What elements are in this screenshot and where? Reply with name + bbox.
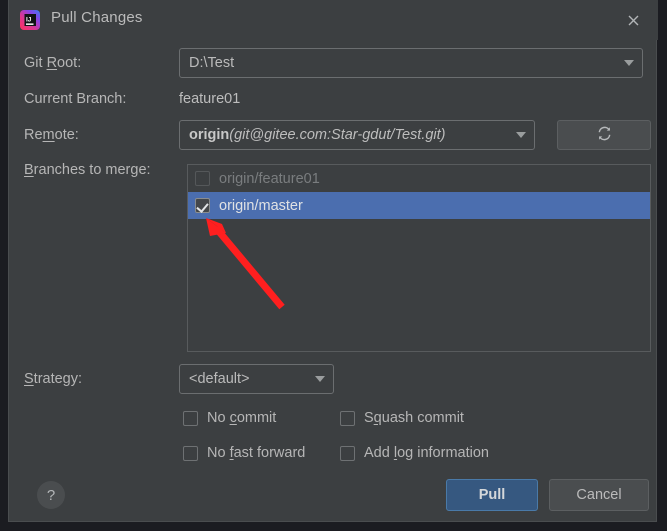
screen: IJ Pull Changes Git Root: D:\Test Curren…: [0, 0, 667, 531]
strategy-label: Strategy:: [24, 371, 82, 387]
git-root-label: Git Root:: [24, 55, 81, 71]
branches-to-merge-label: Branches to merge:: [24, 162, 151, 178]
pull-changes-dialog: IJ Pull Changes Git Root: D:\Test Curren…: [8, 0, 657, 522]
current-branch-value: feature01: [179, 91, 240, 107]
add-log-information-mnemonic: l: [394, 445, 397, 461]
close-icon[interactable]: [617, 6, 649, 34]
refresh-remote-button[interactable]: [557, 120, 651, 150]
option-squash-commit[interactable]: Squash commit: [340, 410, 464, 426]
no-commit-label: No commit: [207, 410, 276, 426]
remote-label: Remote:: [24, 127, 79, 143]
no-fast-forward-checkbox[interactable]: [183, 446, 198, 461]
squash-commit-mnemonic: q: [374, 410, 382, 426]
add-log-information-checkbox[interactable]: [340, 446, 355, 461]
branch-label: origin/feature01: [219, 171, 320, 187]
squash-commit-checkbox[interactable]: [340, 411, 355, 426]
no-commit-mnemonic: c: [230, 410, 237, 426]
chevron-down-icon[interactable]: [508, 121, 534, 149]
git-root-value: D:\Test: [180, 55, 616, 71]
git-root-label-post: oot:: [57, 55, 81, 71]
add-log-information-label: Add log information: [364, 445, 489, 461]
git-root-label-mnemonic: R: [47, 55, 57, 71]
option-no-fast-forward[interactable]: No fast forward: [183, 445, 305, 461]
branch-checkbox[interactable]: [195, 198, 210, 213]
git-root-combobox[interactable]: D:\Test: [179, 48, 643, 78]
remote-value: origin(git@gitee.com:Star-gdut/Test.git): [180, 127, 508, 143]
remote-label-post: ote:: [55, 127, 79, 143]
branch-list-item[interactable]: origin/feature01: [188, 165, 650, 192]
svg-text:IJ: IJ: [26, 17, 32, 24]
strategy-label-mnemonic: S: [24, 371, 34, 387]
no-fast-forward-mnemonic: f: [230, 445, 234, 461]
cancel-button-label: Cancel: [576, 487, 621, 503]
branch-label: origin/master: [219, 198, 303, 214]
refresh-icon: [596, 125, 613, 146]
chevron-down-icon[interactable]: [307, 365, 333, 393]
branch-list-item[interactable]: origin/master: [188, 192, 650, 219]
pull-button[interactable]: Pull: [446, 479, 538, 511]
option-add-log-information[interactable]: Add log information: [340, 445, 489, 461]
pull-button-label: Pull: [479, 487, 506, 503]
remote-label-mnemonic: m: [43, 127, 55, 143]
remote-combobox[interactable]: origin(git@gitee.com:Star-gdut/Test.git): [179, 120, 535, 150]
no-fast-forward-label: No fast forward: [207, 445, 305, 461]
current-branch-label: Current Branch:: [24, 91, 126, 107]
squash-commit-label: Squash commit: [364, 410, 464, 426]
chevron-down-icon[interactable]: [616, 49, 642, 77]
branches-to-merge-list[interactable]: origin/feature01 origin/master: [187, 164, 651, 352]
dialog-title: Pull Changes: [51, 9, 143, 26]
strategy-combobox[interactable]: <default>: [179, 364, 334, 394]
remote-name: origin: [189, 127, 229, 143]
branches-label-mnemonic: B: [24, 162, 34, 178]
branch-checkbox[interactable]: [195, 171, 210, 186]
strategy-label-post: trategy:: [34, 371, 82, 387]
option-no-commit[interactable]: No commit: [183, 410, 276, 426]
branches-label-post: ranches to merge:: [34, 162, 151, 178]
no-commit-checkbox[interactable]: [183, 411, 198, 426]
remote-url: (git@gitee.com:Star-gdut/Test.git): [229, 127, 445, 143]
remote-label-pre: Re: [24, 127, 43, 143]
cancel-button[interactable]: Cancel: [549, 479, 649, 511]
strategy-value: <default>: [180, 371, 307, 387]
intellij-idea-logo-icon: IJ: [19, 9, 41, 31]
git-root-label-pre: Git: [24, 55, 47, 71]
help-label: ?: [47, 487, 55, 504]
help-icon[interactable]: ?: [37, 481, 65, 509]
dialog-titlebar: IJ Pull Changes: [9, 0, 658, 40]
